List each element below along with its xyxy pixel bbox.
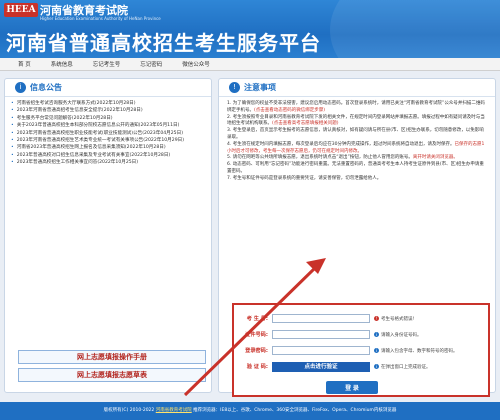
captcha-hint: i 在弹出窗口上完成验证。 [374,364,431,370]
announcement-list: • 河南省招生考试咨询服务大厅联系方式(2022年10月28日) • 2023年河南… [5,97,211,167]
rule-link[interactable]: (点击查看动态密码的微信绑定步骤) [254,108,325,113]
announcement-title: 信息公告 [30,83,62,92]
bullet-icon: • [11,160,14,166]
notice-header: ! 注意事项 [219,79,495,97]
footer-link[interactable]: 河南省教育考试院 [156,408,192,413]
draft-form-link-button[interactable]: 网上志愿填报志愿草表 [18,368,206,382]
notice-rules: 1. 为了确保您的权益不受非法侵害，建议您启用动态密码。首次登录系统时，请用已关… [219,97,495,183]
id-number-input[interactable] [272,330,370,339]
password-row: 登录密码: i 请输入包含字母、数字和符号的密码。 [238,345,458,356]
manual-link-button[interactable]: 网上志愿填报操作手册 [18,350,206,364]
candidate-number-label: 考 生 号: [246,316,268,322]
password-hint: i 请输入包含字母、数字和符号的密码。 [374,348,458,354]
nav-system-info[interactable]: 系统信息 [41,60,83,68]
bullet-icon: • [11,130,14,136]
info-dot-icon: i [374,332,379,337]
bullet-icon: • [11,115,14,121]
password-input[interactable] [272,346,370,355]
rule-item: 2. 考生须按照专业目录和河南省教育考试院下发的相关文件，在规定时间内登录网站并… [227,114,485,127]
login-button[interactable]: 登 录 [326,381,378,394]
rule-item: 3. 考生登录后，首页显示考生报考的志愿信息，请认真核对，如有疑问请与所在县(市… [227,128,484,140]
info-dot-icon: i [374,364,379,369]
notice-title: 注意事项 [244,83,276,92]
warning-icon: ! [229,82,240,93]
captcha-label: 验 证 码: [246,364,268,370]
platform-title: 河南省普通高校招生考生服务平台 [6,31,321,55]
list-item[interactable]: • 2023年河南省普通高校招生职业技能考试(职业技能测试)公告(2023年04月… [11,130,205,137]
bullet-icon: • [11,123,14,129]
bullet-icon: • [11,145,14,151]
top-nav: 首 页 系统信息 忘记考生号 忘记密码 微信公众号 [0,58,500,71]
nav-home[interactable]: 首 页 [8,60,41,68]
announcement-header: i 信息公告 [5,79,211,97]
bullet-icon: • [11,138,14,144]
rule-link[interactable]: (点击查看高考志愿填报相关问题) [272,121,339,126]
captcha-button[interactable]: 点击进行验证 [272,361,370,372]
id-number-label: 证件号码: [245,332,268,338]
id-hint: i 请输入身份证号码。 [374,332,422,338]
list-item[interactable]: • 关于2023年普通高校招生本科部分院校志愿信息公开的通知(2023年05月11… [11,122,205,129]
password-label: 登录密码: [245,348,268,354]
candidate-row: 考 生 号: ! 考生号格式错误! [238,313,414,324]
rule-item: 7. 考生号和证件号码是登录系统的重要凭证，请妥善保管，切勿泄露给他人。 [227,175,382,181]
list-item[interactable]: • 2023年河南省普通高招考生信息安全提示(2022年10月28日) [11,107,205,114]
list-item[interactable]: • 考生服务平台常见问题解答(2022年10月28日) [11,115,205,122]
login-form: 考 生 号: ! 考生号格式错误! 证件号码: i 请输入身份证号码。 登录密码: … [232,303,490,397]
nav-forgot-candidate-number[interactable]: 忘记考生号 [83,60,131,68]
bullet-icon: • [11,152,14,158]
nav-forgot-password[interactable]: 忘记密码 [130,60,172,68]
list-item[interactable]: • 2023年普通高校招生工作相关事宜问答(2022年10月25日) [11,159,205,166]
bullet-icon: • [11,108,14,114]
candidate-number-input[interactable] [272,314,370,323]
info-icon: i [15,82,26,93]
candidate-hint: ! 考生号格式错误! [374,316,415,322]
captcha-row: 验 证 码: 点击进行验证 i 在弹出窗口上完成验证。 [238,361,431,372]
list-item[interactable]: • 2023年普通高校对口招生信息采集及专业考试有关事宜(2022年10月28日) [11,152,205,159]
rule-item: 1. 为了确保您的权益不受非法侵害，建议您启用动态密码。首次登录系统时，请用已关… [227,101,485,113]
rule-item: 4. 考生须在规定时间内填报志愿，每次登录后均应在30分钟内完成操作，超过时间系… [227,141,485,154]
list-item[interactable]: • 2023年河南省普通高校招生艺术类专业统一考试有关事项公告(2022年10月2… [11,137,205,144]
bullet-icon: • [11,101,14,106]
error-icon: ! [374,316,379,321]
info-dot-icon: i [374,348,379,353]
footer: 版权所有(C) 2010-2022 河南省教育考试院 推荐浏览器：IE8以上、谷… [0,402,500,420]
nav-wechat[interactable]: 微信公众号 [172,60,220,68]
announcement-panel: i 信息公告 • 河南省招生考试咨询服务大厅联系方式(2022年10月28日) •… [4,78,212,393]
header-banner: HEEA 河南省教育考试院 Higher Education Examinati… [0,0,500,58]
list-item[interactable]: • 河南省2023年普通高校招生网上报名及信息采集须知(2022年10月28日) [11,144,205,151]
id-row: 证件号码: i 请输入身份证号码。 [238,329,422,340]
list-item[interactable]: • 河南省招生考试咨询服务大厅联系方式(2022年10月28日) [11,100,205,107]
heea-logo: HEEA [4,3,38,17]
org-name-en: Higher Education Examinations Authority … [40,16,161,21]
rule-item: 6. 动态密码、可利用“忘记密码”功能进行密码重置。无法重置密码的，普通高考考生… [227,162,484,174]
